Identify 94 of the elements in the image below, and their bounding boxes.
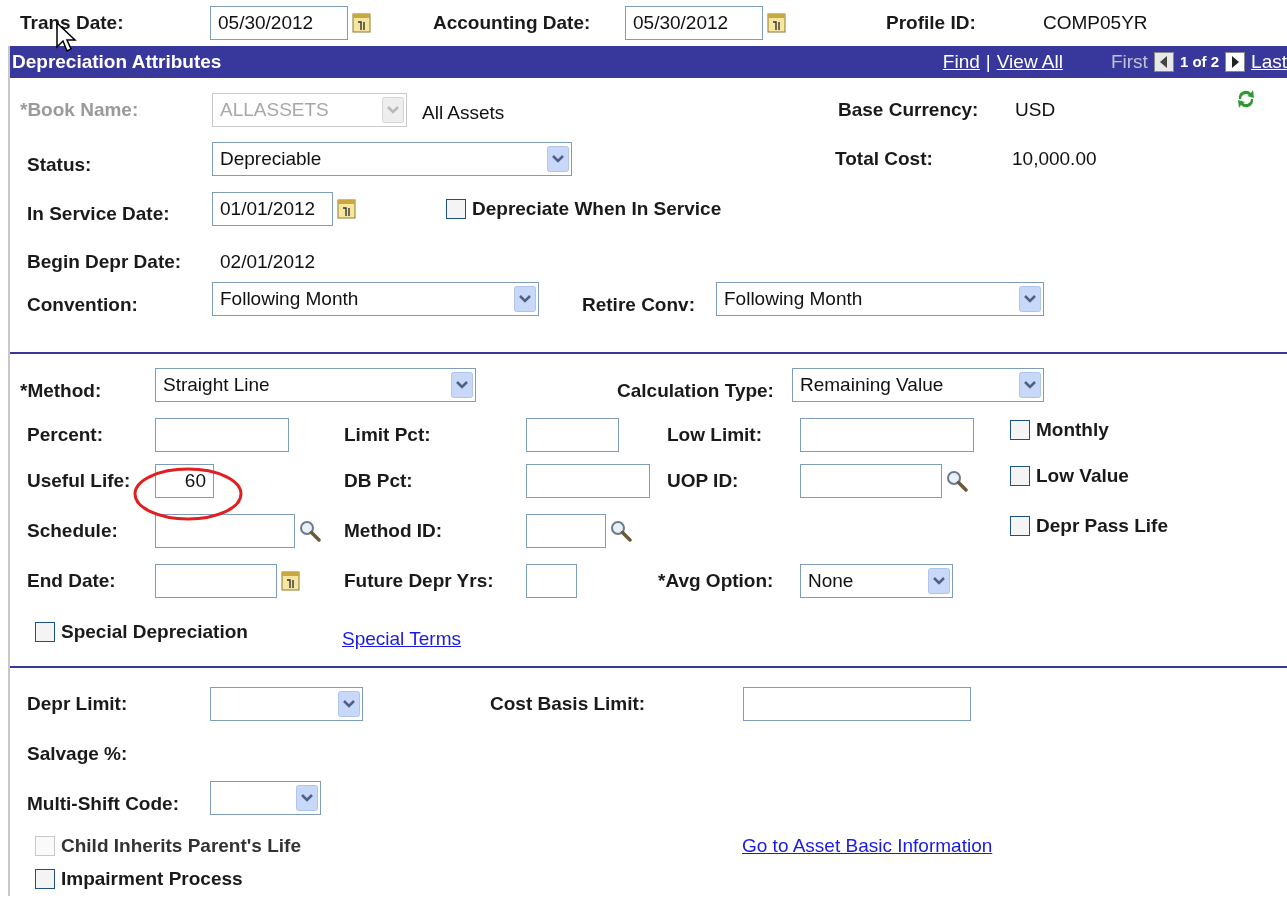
search-icon[interactable]: [946, 470, 968, 492]
field-label: Low Limit:: [667, 423, 762, 445]
field-label: Accounting Date:: [433, 11, 591, 33]
field-label: Total Cost:: [835, 147, 933, 169]
field-label: Useful Life:: [27, 469, 131, 491]
previous-icon[interactable]: [1153, 52, 1174, 72]
field-label: Base Currency:: [838, 98, 979, 120]
avg-option-dropdown[interactable]: None: [800, 564, 953, 598]
cost-basis-limit-field[interactable]: [743, 687, 971, 721]
find-link[interactable]: Find: [942, 47, 980, 77]
page-indicator: 1 of 2: [1179, 51, 1220, 72]
multi-shift-code-dropdown[interactable]: [210, 781, 321, 815]
field-label: DB Pct:: [344, 469, 413, 491]
field-label: Schedule:: [27, 519, 118, 541]
db-pct-field[interactable]: [526, 464, 650, 498]
low-limit-field[interactable]: [800, 418, 974, 452]
field-value: 10,000.00: [1012, 146, 1097, 171]
field-label: *Method:: [20, 379, 102, 401]
calendar-icon[interactable]: [281, 570, 301, 592]
field-label: UOP ID:: [667, 469, 739, 491]
checkbox[interactable]: [1010, 516, 1030, 536]
field-label: Retire Conv:: [582, 293, 695, 315]
checkbox-label: Monthly: [1036, 417, 1109, 442]
field-value: USD: [1015, 97, 1056, 122]
checkbox-label: Depr Pass Life: [1036, 513, 1168, 538]
depr-limit-dropdown[interactable]: [210, 687, 363, 721]
caret-icon: [338, 691, 360, 717]
checkbox-label: Special Depreciation: [61, 619, 248, 644]
link[interactable]: Go to Asset Basic Information: [742, 831, 993, 861]
separator: |: [985, 49, 991, 74]
caret-icon: [451, 372, 473, 398]
calculation-type-dropdown[interactable]: Remaining Value: [792, 368, 1044, 402]
date-field[interactable]: 01/01/2012: [212, 192, 333, 226]
field-label: *Book Name:: [20, 98, 139, 120]
link[interactable]: Special Terms: [342, 627, 461, 649]
checkbox[interactable]: [446, 199, 466, 219]
caret-icon: [514, 286, 536, 312]
caret-icon: [1019, 372, 1041, 398]
panel-title: Depreciation Attributes: [12, 49, 222, 74]
search-icon[interactable]: [299, 520, 321, 542]
field-label: Calculation Type:: [617, 379, 774, 401]
checkbox-label: Child Inherits Parent's Life: [61, 833, 301, 858]
field-label: Status:: [27, 153, 92, 175]
caret-icon: [382, 97, 404, 123]
uop-id-field[interactable]: [800, 464, 942, 498]
checkbox-label: Low Value: [1036, 463, 1129, 488]
checkbox-label: Impairment Process: [61, 866, 243, 891]
checkbox-label: Depreciate When In Service: [472, 196, 722, 221]
field-label: Cost Basis Limit:: [490, 692, 646, 714]
field-value: 02/01/2012: [220, 249, 316, 274]
last-link[interactable]: Last: [1251, 47, 1287, 77]
checkbox[interactable]: [1010, 466, 1030, 486]
caret-icon: [1019, 286, 1041, 312]
method-id-field[interactable]: [526, 514, 606, 548]
field-label: End Date:: [27, 569, 116, 591]
field-value: All Assets: [422, 101, 505, 123]
next-icon[interactable]: [1225, 52, 1246, 72]
field-label: Depr Limit:: [27, 692, 128, 714]
caret-icon: [928, 568, 950, 594]
checkbox[interactable]: [35, 622, 55, 642]
field-label: Future Depr Yrs:: [344, 569, 494, 591]
schedule-field[interactable]: [155, 514, 295, 548]
field-label: Convention:: [27, 293, 138, 315]
view-all-link[interactable]: View All: [996, 47, 1063, 77]
checkbox[interactable]: [1010, 420, 1030, 440]
status-dropdown[interactable]: Depreciable: [212, 142, 572, 176]
date-field[interactable]: [155, 564, 277, 598]
convention-dropdown[interactable]: Following Month: [212, 282, 539, 316]
field-label: In Service Date:: [27, 202, 170, 224]
future-depr-yrs-field[interactable]: [526, 564, 577, 598]
field-label: Begin Depr Date:: [27, 250, 182, 272]
useful-life-field[interactable]: 60: [155, 464, 214, 498]
percent-field[interactable]: [155, 418, 289, 452]
date-field[interactable]: 05/30/2012: [210, 6, 348, 40]
search-icon[interactable]: [610, 520, 632, 542]
method-dropdown[interactable]: Straight Line: [155, 368, 476, 402]
field-value: COMP05YR: [1043, 10, 1148, 35]
date-field[interactable]: 05/30/2012: [625, 6, 763, 40]
field-label: Profile ID:: [886, 11, 976, 33]
limit-pct-field[interactable]: [526, 418, 619, 452]
calendar-icon[interactable]: [337, 198, 357, 220]
caret-icon: [296, 785, 318, 811]
field-label: Multi-Shift Code:: [27, 792, 179, 814]
field-label: Method ID:: [344, 519, 443, 541]
calendar-icon[interactable]: [767, 12, 787, 34]
retire-conv-dropdown[interactable]: Following Month: [716, 282, 1044, 316]
first-label: First: [1110, 49, 1148, 74]
calendar-icon[interactable]: [352, 12, 372, 34]
field-label: Salvage %:: [27, 742, 128, 764]
field-label: Limit Pct:: [344, 423, 431, 445]
field-label: *Avg Option:: [658, 569, 774, 591]
field-label: Percent:: [27, 423, 104, 445]
caret-icon: [547, 146, 569, 172]
checkbox[interactable]: [35, 869, 55, 889]
